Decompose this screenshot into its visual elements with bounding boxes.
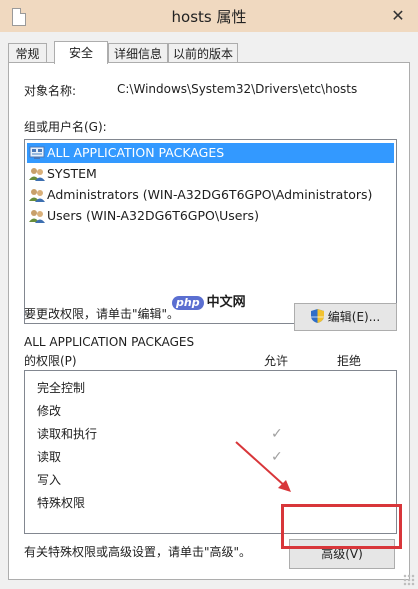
annotation-arrow-icon (235, 441, 291, 492)
tab-security[interactable]: 安全 (54, 41, 108, 64)
annotation-highlight-box (281, 504, 402, 549)
